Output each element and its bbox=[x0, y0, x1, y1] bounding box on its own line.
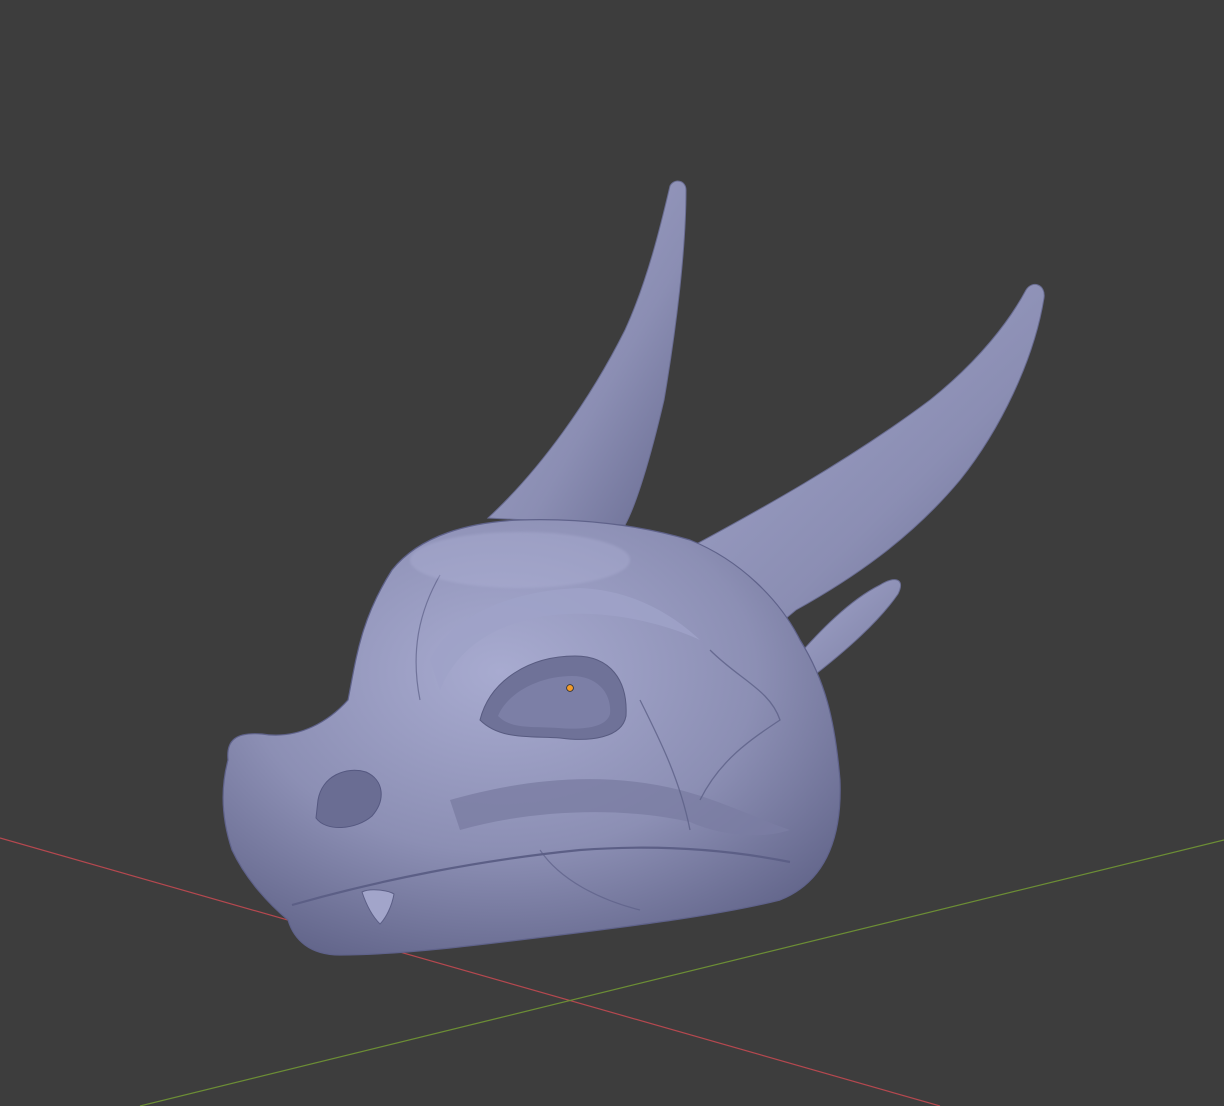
object-origin-dot[interactable] bbox=[566, 684, 574, 692]
3d-viewport[interactable] bbox=[0, 0, 1224, 1106]
viewport-canvas[interactable] bbox=[0, 0, 1224, 1106]
head-highlight bbox=[410, 532, 630, 588]
